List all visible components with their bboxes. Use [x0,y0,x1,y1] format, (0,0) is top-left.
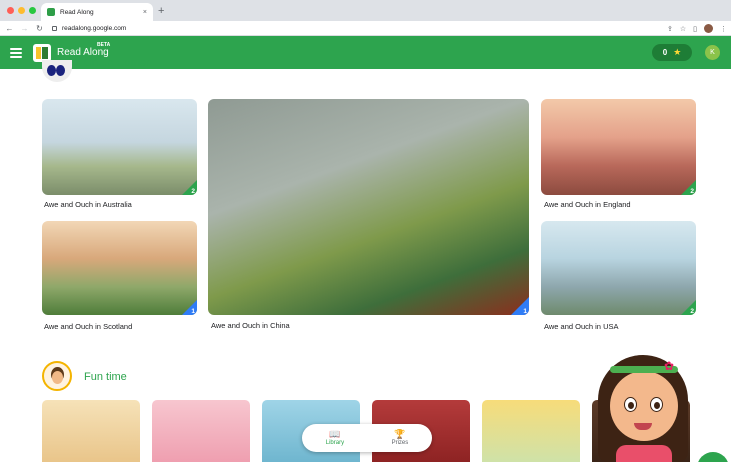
side-panel-icon[interactable]: ▯ [693,25,697,33]
url-text[interactable]: readalong.google.com [62,25,126,32]
fun-card[interactable] [482,400,580,462]
story-card-england[interactable]: 2 [541,99,696,195]
lock-icon[interactable] [52,25,57,31]
app-title: Read Along BETA [57,42,110,58]
section-title-partial: Ch...n Corner [84,60,151,69]
address-bar[interactable]: readalong.google.com [52,22,126,34]
nav-prizes-label: Prizes [391,440,409,446]
browser-menu-icon[interactable]: ⋮ [720,25,727,33]
back-button[interactable]: ← [4,21,15,36]
story-card-usa[interactable]: 2 [541,221,696,315]
read-along-logo[interactable] [33,43,51,62]
level-number: 2 [690,308,694,315]
read-along-favicon-icon [47,8,55,16]
story-card-australia[interactable]: 2 [42,99,197,195]
nav-library-button[interactable]: 📖 Library [326,429,344,447]
reload-button[interactable]: ↻ [34,21,45,36]
story-illustration [541,221,696,315]
tab-close-icon[interactable]: × [143,9,147,16]
story-label-usa[interactable]: Awe and Ouch in USA [544,322,619,331]
story-card-scotland[interactable]: 1 [42,221,197,315]
beta-badge: BETA [97,42,111,48]
window-maximize-button[interactable] [29,7,36,14]
bottom-navigation: 📖 Library 🏆 Prizes [302,424,432,452]
story-card-china[interactable]: 1 [208,99,529,315]
bookmark-star-icon[interactable]: ☆ [680,25,686,33]
level-number: 2 [191,188,195,195]
hamburger-menu-icon[interactable] [10,47,22,58]
fun-time-title: Fun time [84,371,127,383]
window-minimize-button[interactable] [18,7,25,14]
section-avatar-icon [42,60,72,82]
forward-button[interactable]: → [19,21,30,36]
user-avatar[interactable]: K [705,45,720,60]
browser-toolbar: ← → ↻ readalong.google.com ⇪ ☆ ▯ ⋮ [0,21,731,36]
floating-action-button[interactable] [697,452,729,462]
nav-library-label: Library [325,440,345,446]
level-number: 1 [523,308,527,315]
story-label-australia[interactable]: Awe and Ouch in Australia [44,200,132,209]
nav-prizes-button[interactable]: 🏆 Prizes [392,429,409,447]
story-illustration [42,99,197,195]
browser-profile-avatar[interactable] [704,24,713,33]
star-count: 0 [662,48,668,57]
level-number: 2 [690,188,694,195]
fun-card[interactable] [152,400,250,462]
app-title-text: Read Along [57,47,109,58]
new-tab-button[interactable]: + [158,4,164,18]
browser-tab-read-along[interactable]: Read Along × [41,3,153,21]
reading-buddy-mascot[interactable]: ✿ [596,353,692,462]
browser-tab-strip: Read Along × + [0,0,731,21]
story-illustration [541,99,696,195]
fun-time-avatar-icon [42,361,72,391]
level-number: 1 [191,308,195,315]
story-label-scotland[interactable]: Awe and Ouch in Scotland [44,322,132,331]
window-close-button[interactable] [7,7,14,14]
story-label-england[interactable]: Awe and Ouch in England [544,200,631,209]
story-label-china[interactable]: Awe and Ouch in China [211,321,290,330]
tab-title: Read Along [60,8,94,16]
trophy-icon: 🏆 [394,429,406,439]
star-icon: ★ [673,47,682,57]
story-illustration [42,221,197,315]
share-icon[interactable]: ⇪ [667,25,673,33]
story-illustration [208,99,529,315]
star-score-pill[interactable]: 0 ★ [652,44,692,61]
toolbar-actions: ⇪ ☆ ▯ ⋮ [667,21,727,36]
book-icon: 📖 [329,429,341,439]
fun-card[interactable] [42,400,140,462]
